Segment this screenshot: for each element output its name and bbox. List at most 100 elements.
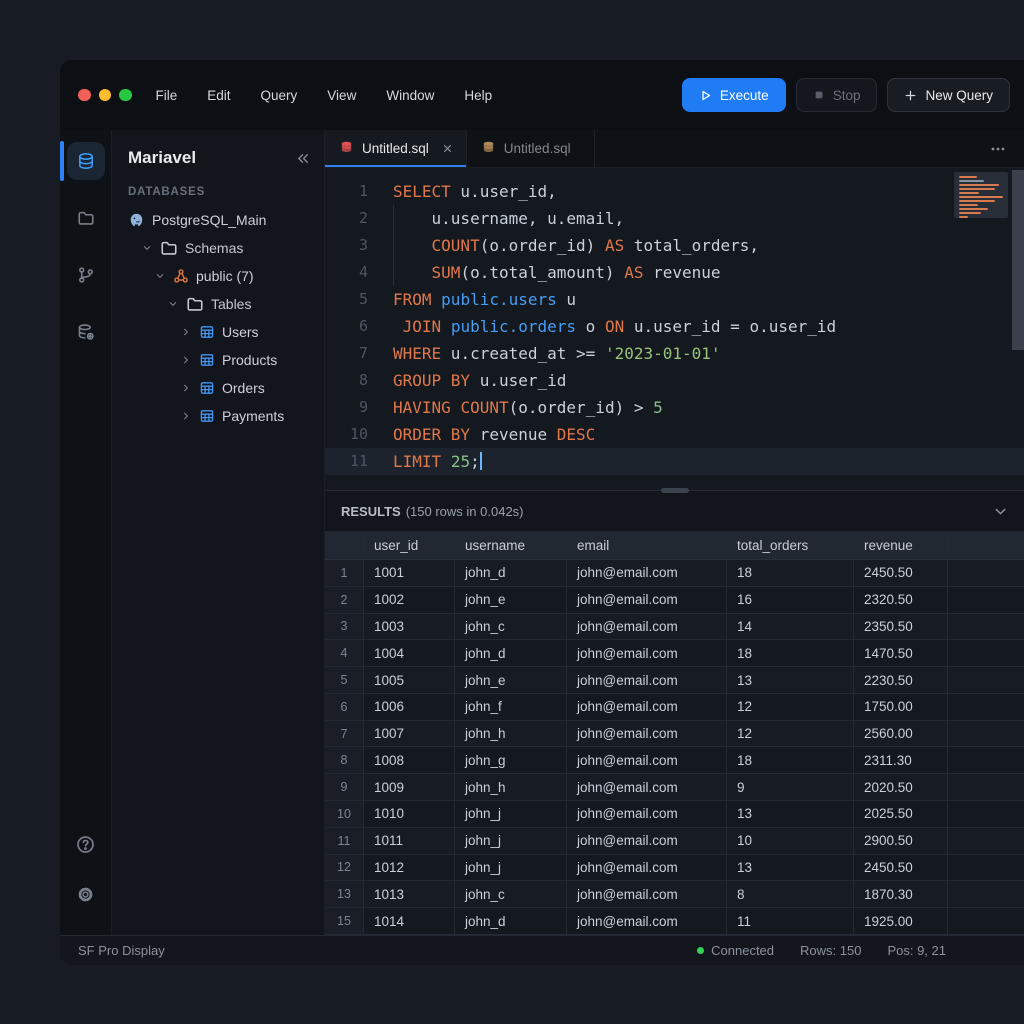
- table-row[interactable]: 91009john_hjohn@email.com92020.50: [325, 774, 1024, 801]
- database-tree: PostgreSQL_MainSchemaspublic (7)TablesUs…: [112, 206, 324, 430]
- column-header-username[interactable]: username: [455, 532, 567, 559]
- table-row[interactable]: 121012john_jjohn@email.com132450.50: [325, 855, 1024, 882]
- sql-editor[interactable]: 1SELECT u.user_id, 2 u.username, u.email…: [325, 168, 1024, 490]
- menu-help[interactable]: Help: [464, 88, 492, 103]
- table-row[interactable]: 41004john_djohn@email.com181470.50: [325, 640, 1024, 667]
- code-line-1[interactable]: 1SELECT u.user_id,: [325, 178, 1024, 205]
- table-row[interactable]: 81008john_gjohn@email.com182311.30: [325, 747, 1024, 774]
- table-row[interactable]: 71007john_hjohn@email.com122560.00: [325, 721, 1024, 748]
- tree-item-products[interactable]: Products: [112, 346, 324, 374]
- table-row[interactable]: 131013john_cjohn@email.com81870.30: [325, 881, 1024, 908]
- results-title: RESULTS: [341, 504, 401, 519]
- table-row[interactable]: 111011john_jjohn@email.com102900.50: [325, 828, 1024, 855]
- activity-rail: [60, 130, 112, 935]
- chevron-right-icon[interactable]: [180, 326, 192, 338]
- panel-resize-handle[interactable]: [661, 488, 689, 493]
- folder-icon: [160, 239, 178, 257]
- rail-folder-icon[interactable]: [67, 199, 105, 237]
- menu-file[interactable]: File: [156, 88, 178, 103]
- menu-edit[interactable]: Edit: [207, 88, 230, 103]
- new-query-label: New Query: [925, 88, 993, 103]
- column-header-revenue[interactable]: revenue: [854, 532, 948, 559]
- table-row[interactable]: 31003john_cjohn@email.com142350.50: [325, 614, 1024, 641]
- tab-1[interactable]: Untitled.sql: [325, 130, 467, 167]
- connection-title: Mariavel: [128, 148, 196, 168]
- text-cursor: [480, 452, 482, 470]
- sql-file-icon: [339, 140, 354, 158]
- tree-item-schemas[interactable]: Schemas: [112, 234, 324, 262]
- schema-icon: [173, 268, 189, 284]
- tab-overflow-icon[interactable]: [972, 141, 1024, 157]
- zoom-window-button[interactable]: [119, 89, 132, 102]
- chevron-down-icon[interactable]: [167, 298, 179, 310]
- table-row[interactable]: 51005john_ejohn@email.com132230.50: [325, 667, 1024, 694]
- results-header: RESULTS (150 rows in 0.042s): [325, 491, 1024, 532]
- chevron-down-icon[interactable]: [141, 242, 153, 254]
- code-line-9[interactable]: 9HAVING COUNT(o.order_id) > 5: [325, 394, 1024, 421]
- chevron-right-icon[interactable]: [180, 382, 192, 394]
- status-left-text: SF Pro Display: [78, 943, 165, 958]
- toolbar-actions: Execute Stop New Query: [682, 78, 1010, 112]
- code-line-2[interactable]: 2 u.username, u.email,: [325, 205, 1024, 232]
- table-row[interactable]: 21002john_ejohn@email.com162320.50: [325, 587, 1024, 614]
- chevron-right-icon[interactable]: [180, 410, 192, 422]
- editor-scrollbar[interactable]: [1012, 170, 1024, 350]
- plus-icon: [904, 89, 917, 102]
- active-rail-indicator: [60, 141, 64, 181]
- tab-2[interactable]: Untitled.sql: [467, 130, 595, 167]
- table-row[interactable]: 11001john_djohn@email.com182450.50: [325, 560, 1024, 587]
- code-line-5[interactable]: 5FROM public.users u: [325, 286, 1024, 313]
- menu-view[interactable]: View: [327, 88, 356, 103]
- code-line-10[interactable]: 10ORDER BY revenue DESC: [325, 421, 1024, 448]
- code-line-3[interactable]: 3 COUNT(o.order_id) AS total_orders,: [325, 232, 1024, 259]
- rail-git-branch-icon[interactable]: [67, 256, 105, 294]
- tree-item-orders[interactable]: Orders: [112, 374, 324, 402]
- menu-window[interactable]: Window: [386, 88, 434, 103]
- status-bar: SF Pro Display Connected Rows: 150 Pos: …: [60, 935, 1024, 965]
- table-icon: [199, 352, 215, 368]
- titlebar: File Edit Query View Window Help Execute Stop…: [60, 60, 1024, 130]
- chevron-right-icon[interactable]: [180, 354, 192, 366]
- column-header-user_id[interactable]: user_id: [364, 532, 455, 559]
- menu-query[interactable]: Query: [261, 88, 298, 103]
- table-icon: [199, 408, 215, 424]
- connected-label: Connected: [711, 943, 774, 958]
- stop-button[interactable]: Stop: [796, 78, 878, 112]
- code-line-6[interactable]: 6 JOIN public.orders o ON u.user_id = o.…: [325, 313, 1024, 340]
- tree-item-tables[interactable]: Tables: [112, 290, 324, 318]
- tree-item-users[interactable]: Users: [112, 318, 324, 346]
- new-query-button[interactable]: New Query: [887, 78, 1010, 112]
- table-icon: [199, 324, 215, 340]
- status-rows: Rows: 150: [800, 943, 861, 958]
- tree-item-postgresql-main[interactable]: PostgreSQL_Main: [112, 206, 324, 234]
- play-icon: [699, 89, 712, 102]
- results-panel: RESULTS (150 rows in 0.042s) user_iduser…: [325, 490, 1024, 935]
- table-row[interactable]: 151014john_djohn@email.com111925.00: [325, 908, 1024, 935]
- rail-help-icon[interactable]: [67, 825, 105, 863]
- rail-database-icon[interactable]: [67, 142, 105, 180]
- stop-icon: [813, 89, 825, 101]
- status-pos: Pos: 9, 21: [887, 943, 946, 958]
- execute-button[interactable]: Execute: [682, 78, 786, 112]
- chevron-down-icon[interactable]: [154, 270, 166, 282]
- minimize-window-button[interactable]: [99, 89, 112, 102]
- tree-item-public-7-[interactable]: public (7): [112, 262, 324, 290]
- rail-database-export-icon[interactable]: [67, 313, 105, 351]
- rail-gear-icon[interactable]: [67, 875, 105, 913]
- column-header-total_orders[interactable]: total_orders: [727, 532, 854, 559]
- code-line-4[interactable]: 4 SUM(o.total_amount) AS revenue: [325, 259, 1024, 286]
- code-line-7[interactable]: 7WHERE u.created_at >= '2023-01-01': [325, 340, 1024, 367]
- minimap[interactable]: [954, 172, 1008, 218]
- menu-bar: File Edit Query View Window Help: [156, 88, 493, 103]
- code-line-8[interactable]: 8GROUP BY u.user_id: [325, 367, 1024, 394]
- table-row[interactable]: 61006john_fjohn@email.com121750.00: [325, 694, 1024, 721]
- close-window-button[interactable]: [78, 89, 91, 102]
- close-tab-icon[interactable]: [441, 142, 454, 155]
- column-header-email[interactable]: email: [567, 532, 727, 559]
- collapse-results-icon[interactable]: [993, 504, 1008, 519]
- tree-item-payments[interactable]: Payments: [112, 402, 324, 430]
- table-row[interactable]: 101010john_jjohn@email.com132025.50: [325, 801, 1024, 828]
- sidebar: Mariavel DATABASES PostgreSQL_MainSchema…: [112, 130, 325, 935]
- collapse-sidebar-icon[interactable]: [295, 151, 312, 166]
- code-line-11[interactable]: 11LIMIT 25;: [325, 448, 1024, 475]
